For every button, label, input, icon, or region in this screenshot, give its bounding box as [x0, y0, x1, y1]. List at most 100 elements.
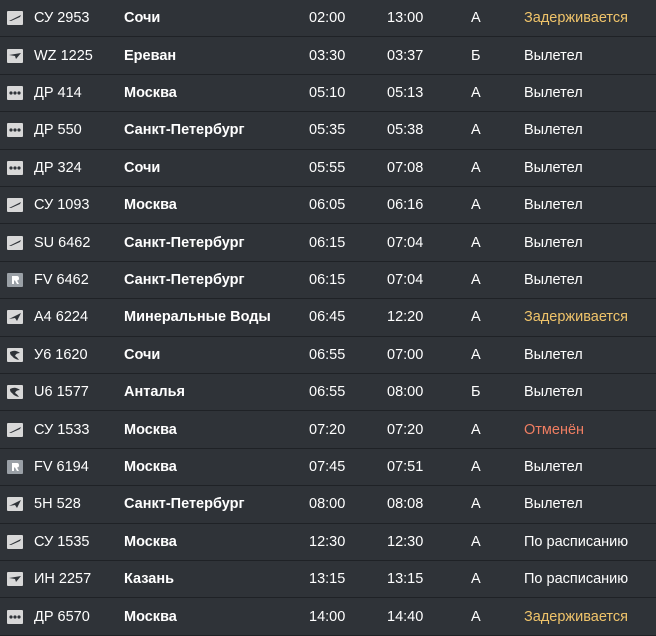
flight-number: FV 6194: [34, 458, 89, 475]
terminal: A: [471, 533, 481, 550]
flight-number: СУ 2953: [34, 10, 90, 27]
destination: Казань: [124, 571, 175, 588]
scheduled-time: 06:55: [309, 384, 346, 401]
terminal: A: [471, 458, 481, 475]
flight-status: Вылетел: [524, 47, 583, 64]
flight-number: СУ 1093: [34, 197, 90, 214]
flight-row[interactable]: ДР 324 Сочи 05:55 07:08 A Вылетел: [0, 150, 656, 187]
actual-time: 06:16: [387, 197, 424, 214]
plane-diagonal-icon: [7, 486, 23, 522]
destination: Минеральные Воды: [124, 309, 271, 326]
scheduled-time: 07:45: [309, 458, 346, 475]
destination: Санкт-Петербург: [124, 496, 245, 513]
flight-status: Вылетел: [524, 84, 583, 101]
actual-time: 07:00: [387, 346, 424, 363]
plane-diagonal-icon: [7, 299, 23, 335]
flight-status: Вылетел: [524, 197, 583, 214]
actual-time: 07:51: [387, 458, 424, 475]
flight-status: По расписанию: [524, 571, 629, 588]
r-box-icon: [7, 449, 23, 485]
flight-row[interactable]: ДР 6570 Москва 14:00 14:40 A Задерживается: [0, 598, 656, 636]
flight-number: U6 1577: [34, 384, 89, 401]
flight-status: Вылетел: [524, 122, 583, 139]
flight-number: ДР 414: [34, 84, 82, 101]
flight-row[interactable]: СУ 1093 Москва 06:05 06:16 A Вылетел: [0, 187, 656, 225]
flight-row[interactable]: ДР 550 Санкт-Петербург 05:35 05:38 A Вылетел: [0, 112, 656, 150]
flight-status: Задерживается: [524, 608, 628, 625]
actual-time: 12:30: [387, 533, 424, 550]
terminal: A: [471, 84, 481, 101]
actual-time: 05:13: [387, 84, 424, 101]
destination: Санкт-Петербург: [124, 122, 245, 139]
flight-row[interactable]: U6 1577 Анталья 06:55 08:00 Б Вылетел: [0, 374, 656, 412]
plane-swoosh-icon: [7, 411, 23, 447]
terminal: A: [471, 571, 481, 588]
actual-time: 07:04: [387, 234, 424, 251]
terminal: Б: [471, 47, 481, 64]
flight-number: СУ 1533: [34, 421, 90, 438]
destination: Сочи: [124, 10, 161, 27]
actual-time: 08:00: [387, 384, 424, 401]
destination: Москва: [124, 608, 177, 625]
terminal: A: [471, 496, 481, 513]
flight-row[interactable]: 5H 528 Санкт-Петербург 08:00 08:08 A Вылетел: [0, 486, 656, 524]
scheduled-time: 12:30: [309, 533, 346, 550]
destination: Сочи: [124, 346, 161, 363]
plane-swoosh-icon: [7, 524, 23, 560]
scheduled-time: 06:55: [309, 346, 346, 363]
flight-status: Вылетел: [524, 346, 583, 363]
destination: Москва: [124, 421, 177, 438]
destination: Санкт-Петербург: [124, 234, 245, 251]
flight-status: Вылетел: [524, 234, 583, 251]
flight-number: ДР 6570: [34, 608, 90, 625]
dots-icon: [7, 598, 23, 634]
scheduled-time: 13:15: [309, 571, 346, 588]
flight-row[interactable]: У6 1620 Сочи 06:55 07:00 A Вылетел: [0, 337, 656, 374]
scheduled-time: 05:35: [309, 122, 346, 139]
terminal: A: [471, 197, 481, 214]
flight-number: У6 1620: [34, 346, 88, 363]
flight-number: WZ 1225: [34, 47, 93, 64]
terminal: A: [471, 608, 481, 625]
scheduled-time: 06:15: [309, 234, 346, 251]
flight-status: Задерживается: [524, 10, 628, 27]
flight-row[interactable]: ДР 414 Москва 05:10 05:13 A Вылетел: [0, 75, 656, 113]
terminal: A: [471, 10, 481, 27]
flight-row[interactable]: СУ 2953 Сочи 02:00 13:00 A Задерживается: [0, 0, 656, 38]
scheduled-time: 06:05: [309, 197, 346, 214]
destination: Ереван: [124, 47, 177, 64]
plane-swoosh-icon: [7, 0, 23, 36]
flight-row[interactable]: СУ 1533 Москва 07:20 07:20 A Отменён: [0, 411, 656, 449]
flight-number: SU 6462: [34, 234, 91, 251]
actual-time: 07:04: [387, 271, 424, 288]
r-box-icon: [7, 262, 23, 298]
plane-swoosh-icon: [7, 187, 23, 223]
bird-icon: [7, 374, 23, 410]
actual-time: 03:37: [387, 47, 424, 64]
departures-board: СУ 2953 Сочи 02:00 13:00 A Задерживается WZ 12…: [0, 0, 656, 636]
scheduled-time: 03:30: [309, 47, 346, 64]
terminal: A: [471, 234, 481, 251]
flight-status: Вылетел: [524, 159, 583, 176]
flight-status: Отменён: [524, 421, 585, 438]
actual-time: 07:20: [387, 421, 424, 438]
plane-tilted-icon: [7, 561, 23, 597]
flight-row[interactable]: WZ 1225 Ереван 03:30 03:37 Б Вылетел: [0, 37, 656, 75]
flight-number: A4 6224: [34, 309, 89, 326]
dots-icon: [7, 112, 23, 148]
flight-row[interactable]: A4 6224 Минеральные Воды 06:45 12:20 A Задерж…: [0, 299, 656, 337]
flight-row[interactable]: СУ 1535 Москва 12:30 12:30 A По расписанию: [0, 524, 656, 561]
flight-row[interactable]: FV 6462 Санкт-Петербург 06:15 07:04 A Вылетел: [0, 262, 656, 300]
flight-row[interactable]: ИН 2257 Казань 13:15 13:15 A По расписанию: [0, 561, 656, 599]
flight-row[interactable]: FV 6194 Москва 07:45 07:51 A Вылетел: [0, 449, 656, 487]
flight-number: СУ 1535: [34, 533, 90, 550]
scheduled-time: 14:00: [309, 608, 346, 625]
actual-time: 12:20: [387, 309, 424, 326]
plane-tilted-icon: [7, 37, 23, 73]
scheduled-time: 02:00: [309, 10, 346, 27]
scheduled-time: 06:15: [309, 271, 346, 288]
scheduled-time: 05:10: [309, 84, 346, 101]
destination: Москва: [124, 84, 177, 101]
flight-row[interactable]: SU 6462 Санкт-Петербург 06:15 07:04 A Вылетел: [0, 224, 656, 262]
flight-number: FV 6462: [34, 271, 89, 288]
